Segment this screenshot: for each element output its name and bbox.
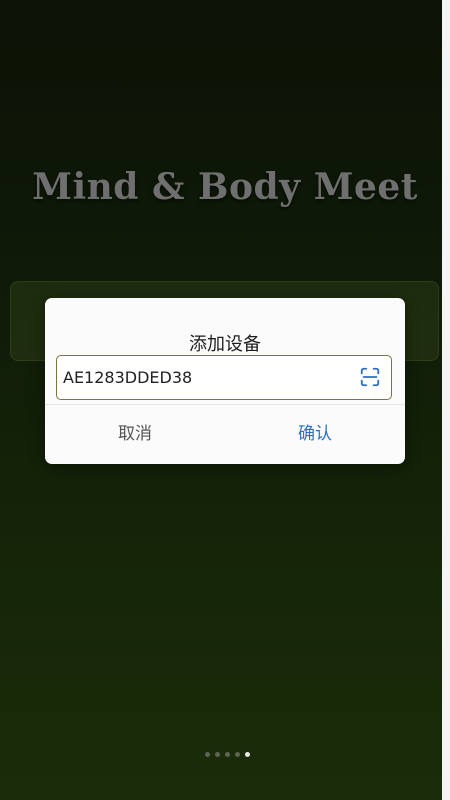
page-dot[interactable] — [205, 752, 210, 757]
app-title: Mind & Body Meet — [32, 166, 418, 208]
dialog-title: 添加设备 — [189, 334, 261, 355]
device-id-field[interactable] — [56, 355, 392, 400]
page-dot[interactable] — [215, 752, 220, 757]
screen-edge — [442, 0, 450, 800]
scan-icon[interactable] — [359, 366, 381, 388]
confirm-button[interactable]: 确认 — [225, 416, 405, 452]
cancel-button[interactable]: 取消 — [45, 416, 225, 452]
screen: Mind & Body Meet 添加设备 取消 确认 — [0, 0, 450, 800]
dialog-divider — [45, 404, 405, 405]
page-dot[interactable] — [235, 752, 240, 757]
page-dot-active[interactable] — [245, 752, 250, 757]
page-indicator — [205, 752, 250, 760]
add-device-dialog: 添加设备 取消 确认 — [45, 298, 405, 464]
page-dot[interactable] — [225, 752, 230, 757]
device-id-input[interactable] — [63, 356, 353, 398]
